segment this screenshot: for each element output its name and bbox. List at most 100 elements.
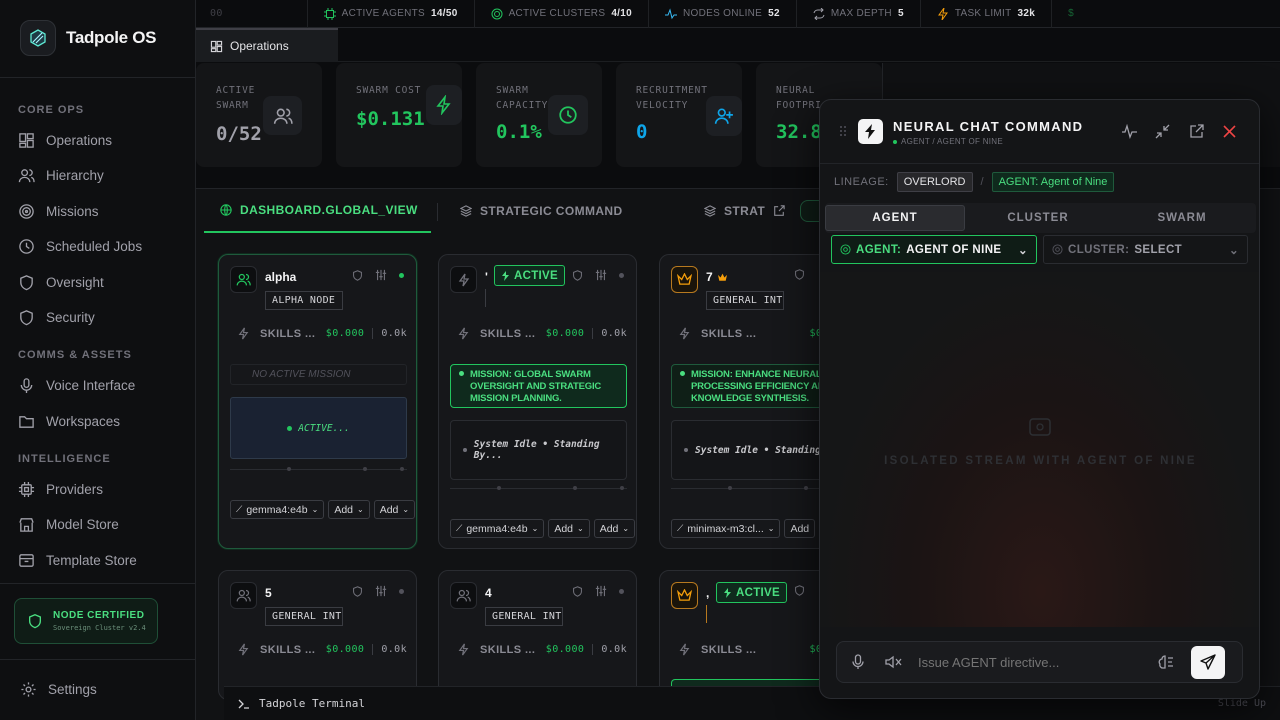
crown-icon bbox=[717, 273, 727, 281]
skills-row[interactable]: SKILLS ... $0.000 bbox=[678, 327, 828, 340]
chat-message-area: ISOLATED STREAM WITH AGENT OF NINE bbox=[820, 272, 1259, 627]
send-button[interactable] bbox=[1191, 645, 1225, 679]
cert-subtitle: Sovereign Cluster v2.4 bbox=[53, 624, 146, 632]
add-button[interactable]: Add ⌄ bbox=[373, 500, 416, 519]
model-selector[interactable]: ⟋ minimax-m3:cl... ⌄ bbox=[671, 519, 781, 538]
slide-up-hint[interactable]: Slide Up bbox=[1218, 698, 1266, 709]
add-button[interactable]: Add ⌄ bbox=[548, 519, 590, 538]
metric-label: NEURAL FOOTPRI bbox=[776, 85, 822, 111]
timeline-track bbox=[671, 486, 828, 490]
tab-dashboard-global-view[interactable]: DASHBOARD.GLOBAL_VIEW bbox=[204, 189, 431, 233]
metric-label: RECRUITMENT VELOCITY bbox=[636, 85, 708, 111]
stat-nodes-online: NODES ONLINE 52 bbox=[649, 0, 797, 28]
external-link-icon[interactable] bbox=[1189, 124, 1204, 139]
tab-operations[interactable]: Operations bbox=[196, 28, 338, 62]
microphone-icon[interactable] bbox=[851, 654, 865, 670]
agent-card-2[interactable]: ' ACTIVE SKILLS ... $0.000 0.0k MISSION:… bbox=[438, 254, 637, 549]
agent-avatar bbox=[450, 266, 477, 293]
speaker-muted-icon[interactable] bbox=[885, 655, 902, 669]
segment-agent[interactable]: AGENT bbox=[825, 205, 965, 231]
sidebar-item-label: Operations bbox=[46, 132, 113, 148]
user-plus-icon bbox=[706, 96, 742, 136]
tab-strategic-command[interactable]: STRATEGIC COMMAND bbox=[460, 189, 623, 233]
pulse-toggle[interactable] bbox=[800, 200, 820, 222]
shield-icon[interactable] bbox=[352, 585, 363, 597]
agent-card-6[interactable]: , ACTIVE SKILLS ... $0.000 bbox=[659, 570, 829, 700]
section-title-comms-assets: COMMS & ASSETS bbox=[18, 349, 132, 361]
shield-icon[interactable] bbox=[794, 269, 805, 280]
lineage-overlord[interactable]: OVERLORD bbox=[896, 172, 973, 192]
directive-input[interactable] bbox=[918, 654, 1148, 670]
sidebar-item-operations[interactable]: Operations bbox=[18, 129, 112, 151]
sidebar-item-label: Workspaces bbox=[46, 413, 121, 429]
skills-row[interactable]: SKILLS ... $0.000 bbox=[678, 643, 828, 656]
microphone-icon bbox=[20, 377, 33, 393]
sliders-icon[interactable] bbox=[595, 585, 607, 597]
sidebar-item-workspaces[interactable]: Workspaces bbox=[18, 410, 120, 432]
skills-row[interactable]: SKILLS ... $0.000 0.0k bbox=[457, 327, 627, 340]
divider bbox=[0, 659, 196, 660]
bolt-icon bbox=[724, 587, 731, 598]
section-title-intelligence: INTELLIGENCE bbox=[18, 453, 111, 465]
mission-banner[interactable]: MISSION: GLOBAL SWARM OVERSIGHT AND STRA… bbox=[450, 364, 627, 408]
brand[interactable]: Tadpole OS bbox=[20, 20, 157, 56]
add-button[interactable]: Add ⌄ bbox=[593, 519, 636, 538]
agent-tokens: 0.0k bbox=[372, 644, 407, 655]
chat-logo bbox=[858, 119, 883, 144]
agent-tokens: 0.0k bbox=[372, 328, 407, 339]
tab-strat[interactable]: STRAT bbox=[704, 189, 785, 233]
close-icon[interactable] bbox=[1223, 125, 1236, 138]
sidebar-item-scheduled-jobs[interactable]: Scheduled Jobs bbox=[18, 235, 142, 257]
sliders-icon[interactable] bbox=[375, 585, 387, 597]
sliders-icon[interactable] bbox=[595, 269, 607, 281]
sidebar-item-hierarchy[interactable]: Hierarchy bbox=[18, 164, 104, 186]
cluster-select[interactable]: CLUSTER: SELECT ⌄ bbox=[1043, 235, 1248, 264]
agent-card-5[interactable]: 5 GENERAL INT SKILLS ... $0.000 0.0k bbox=[218, 570, 417, 700]
send-icon bbox=[1200, 654, 1216, 670]
skills-row[interactable]: SKILLS ... $0.000 0.0k bbox=[237, 327, 407, 340]
activity-icon[interactable] bbox=[1122, 124, 1137, 139]
section-title-core-ops: CORE OPS bbox=[18, 104, 85, 116]
sidebar-item-missions[interactable]: Missions bbox=[18, 200, 99, 222]
sliders-icon[interactable] bbox=[375, 269, 387, 281]
skills-row[interactable]: SKILLS ... $0.000 0.0k bbox=[457, 643, 627, 656]
agent-card-alpha[interactable]: alpha ALPHA NODE SKILLS ... $0.000 0.0k … bbox=[218, 254, 417, 549]
shield-icon[interactable] bbox=[352, 269, 363, 281]
shield-icon[interactable] bbox=[794, 585, 805, 596]
stat-task-limit: TASK LIMIT 32k bbox=[921, 0, 1053, 28]
shield-icon[interactable] bbox=[572, 269, 583, 281]
settings-button[interactable]: Settings bbox=[20, 678, 97, 700]
sidebar-item-oversight[interactable]: Oversight bbox=[18, 271, 104, 293]
idle-status: System Idle • Standing By... bbox=[450, 420, 627, 480]
agent-select[interactable]: AGENT: AGENT OF NINE ⌄ bbox=[831, 235, 1037, 264]
brain-icon[interactable] bbox=[1158, 654, 1175, 671]
crown-icon bbox=[677, 589, 692, 601]
sidebar-item-providers[interactable]: Providers bbox=[18, 478, 103, 500]
drag-handle-icon[interactable] bbox=[839, 125, 847, 137]
model-selector[interactable]: ⟋ gemma4:e4b ⌄ bbox=[230, 500, 325, 519]
minimize-icon[interactable] bbox=[1155, 124, 1170, 139]
segment-swarm[interactable]: SWARM bbox=[1112, 205, 1252, 231]
stat-overflow: $ bbox=[1068, 8, 1074, 19]
segment-cluster[interactable]: CLUSTER bbox=[968, 205, 1108, 231]
sidebar-item-template-store[interactable]: Template Store bbox=[18, 549, 137, 571]
chat-input-bar bbox=[836, 641, 1243, 683]
mission-banner[interactable]: MISSION: ENHANCE NEURAL PROCESSING EFFIC… bbox=[671, 364, 828, 408]
shield-icon[interactable] bbox=[572, 585, 583, 597]
lineage-agent[interactable]: AGENT: Agent of Nine bbox=[991, 172, 1115, 192]
crown-icon bbox=[677, 273, 692, 285]
sidebar-item-model-store[interactable]: Model Store bbox=[18, 513, 119, 535]
sidebar-item-security[interactable]: Security bbox=[18, 306, 95, 328]
card-actions bbox=[572, 269, 624, 281]
agent-card-7[interactable]: 7 GENERAL INT SKILLS ... $0.000 MISSION:… bbox=[659, 254, 829, 549]
skills-row[interactable]: SKILLS ... $0.000 0.0k bbox=[237, 643, 407, 656]
metric-active-swarm: ACTIVE SWARM 0/52 bbox=[196, 63, 322, 167]
model-selector[interactable]: ⟋ gemma4:e4b ⌄ bbox=[450, 519, 545, 538]
card-actions bbox=[352, 269, 404, 281]
agent-card-4[interactable]: 4 GENERAL INT SKILLS ... $0.000 0.0k bbox=[438, 570, 637, 700]
add-button[interactable]: Add bbox=[784, 519, 816, 538]
sidebar-item-voice-interface[interactable]: Voice Interface bbox=[18, 374, 135, 396]
add-button[interactable]: Add ⌄ bbox=[328, 500, 370, 519]
model-controls: ⟋ gemma4:e4b ⌄ Add ⌄ Add ⌄ bbox=[450, 519, 636, 538]
node-certified-badge: NODE CERTIFIED Sovereign Cluster v2.4 bbox=[14, 598, 158, 644]
